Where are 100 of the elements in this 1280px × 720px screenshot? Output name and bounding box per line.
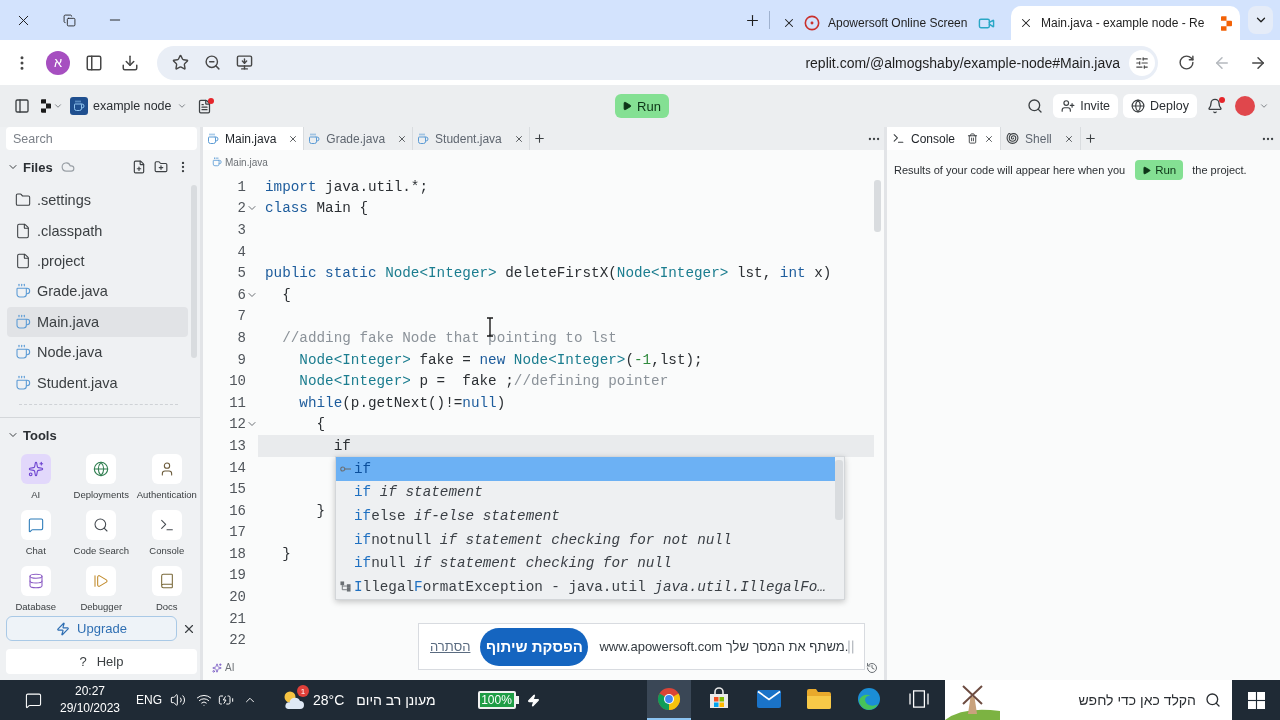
- code-line: {: [282, 286, 291, 303]
- sidebar-toggle-icon[interactable]: [14, 98, 30, 114]
- add-tab-icon[interactable]: [533, 132, 547, 145]
- tool-button[interactable]: Debugger: [68, 566, 134, 616]
- code-line: Node<Integer> fake = new Node<Integer>(-1,lst);: [299, 351, 703, 368]
- wifi-icon[interactable]: [196, 692, 212, 708]
- add-tab-icon[interactable]: [1084, 132, 1098, 145]
- new-file-icon[interactable]: [132, 160, 146, 174]
- four-panes-icon: [1247, 691, 1265, 709]
- close-icon[interactable]: [984, 133, 995, 144]
- close-icon[interactable]: [513, 133, 524, 144]
- stop-sharing-button[interactable]: הפסקת שיתוף: [480, 627, 589, 666]
- browser-tab[interactable]: Main.java - example node - Re: [1011, 6, 1240, 40]
- close-icon[interactable]: [1019, 16, 1033, 30]
- side-panel-icon[interactable]: [85, 53, 103, 72]
- tool-button[interactable]: Deployments: [68, 454, 134, 504]
- files-section-toggle[interactable]: Files: [7, 159, 53, 175]
- suggestion-item[interactable]: if if statement: [336, 480, 835, 505]
- code-line: import java.util.*;: [265, 178, 429, 195]
- speaker-icon[interactable]: [170, 692, 186, 708]
- file-item[interactable]: Main.java: [7, 306, 188, 337]
- suggestion-item[interactable]: ifelse if-else statement: [336, 504, 835, 528]
- history-icon[interactable]: [866, 661, 878, 674]
- site-info-button[interactable]: [1129, 49, 1155, 76]
- reload-icon[interactable]: [1177, 54, 1195, 71]
- notification-icon[interactable]: [25, 691, 42, 709]
- line-number: 13: [229, 437, 246, 454]
- taskbar-app-button[interactable]: [647, 680, 691, 720]
- help-button[interactable]: ? Help: [6, 649, 197, 674]
- run-button[interactable]: Run: [614, 94, 669, 118]
- suggestion-item[interactable]: if: [336, 457, 835, 481]
- coffee-cup-icon: [15, 374, 31, 391]
- scrollbar-thumb[interactable]: [874, 180, 881, 232]
- file-item[interactable]: .classpath: [7, 215, 188, 246]
- scrollbar-thumb[interactable]: [835, 460, 843, 520]
- clock-time: 20:27: [75, 683, 105, 700]
- monitor-download-icon[interactable]: [235, 54, 253, 71]
- close-icon[interactable]: [782, 16, 796, 30]
- ai-status-button[interactable]: AI: [212, 662, 235, 673]
- close-icon[interactable]: [288, 133, 299, 144]
- close-icon[interactable]: [397, 133, 408, 144]
- breadcrumb-item[interactable]: Main.java: [212, 156, 268, 168]
- tool-button[interactable]: AI: [3, 454, 69, 504]
- browser-tab[interactable]: Apowersoft Online Screen: [774, 6, 1003, 40]
- line-number: 21: [229, 610, 246, 627]
- folder-icon: [807, 689, 831, 709]
- deploy-button[interactable]: Deploy: [1123, 94, 1197, 118]
- suggestion-item[interactable]: ifnotnull if statement checking for not null: [336, 527, 835, 552]
- download-icon[interactable]: [121, 53, 139, 72]
- document-icon[interactable]: [196, 98, 212, 114]
- invite-button[interactable]: Invite: [1053, 94, 1119, 118]
- new-folder-icon[interactable]: [154, 160, 168, 174]
- trash-icon[interactable]: [967, 133, 979, 144]
- star-icon[interactable]: [171, 54, 189, 71]
- hierarchy-icon: [339, 581, 351, 593]
- browser-icon: [657, 687, 681, 711]
- file-tab[interactable]: Main.java: [203, 127, 305, 150]
- panel-tab[interactable]: Console: [887, 127, 1002, 150]
- run-button[interactable]: Run: [1135, 160, 1184, 180]
- file-item[interactable]: Node.java: [7, 336, 188, 368]
- logo-icon[interactable]: [41, 99, 51, 113]
- search-field[interactable]: הקלד כאן כדי לחפש: [1000, 680, 1232, 720]
- panel-tab[interactable]: Shell: [1001, 127, 1081, 150]
- tools-section-toggle[interactable]: Tools: [7, 427, 57, 443]
- close-icon[interactable]: [1063, 133, 1074, 144]
- avatar-icon[interactable]: [1235, 96, 1255, 116]
- suggestion-item[interactable]: ifnull if statement checking for null: [336, 551, 835, 575]
- tool-button[interactable]: Console: [134, 510, 200, 560]
- sliders-icon: [1135, 55, 1149, 70]
- tool-button[interactable]: Chat: [3, 510, 69, 560]
- restore-icon[interactable]: [62, 13, 76, 27]
- battery-icon[interactable]: [218, 692, 234, 708]
- tool-button[interactable]: Authentication: [134, 454, 200, 504]
- file-tab[interactable]: Student.java: [413, 127, 530, 150]
- line-number: 5: [237, 265, 246, 282]
- file-item[interactable]: Student.java: [7, 367, 188, 398]
- profile-avatar[interactable]: א: [46, 50, 70, 75]
- swirl-icon: [857, 687, 881, 711]
- file-item[interactable]: .settings: [7, 185, 188, 216]
- file-item[interactable]: Grade.java: [7, 276, 188, 307]
- address-bar[interactable]: replit.com/@almogshaby/example-node#Main.java: [157, 45, 1158, 80]
- project-menu-button[interactable]: example node: [93, 99, 187, 113]
- coffee-cup-icon: [15, 344, 31, 361]
- bell-icon[interactable]: [1207, 98, 1223, 114]
- search-icon[interactable]: [1027, 98, 1044, 114]
- coffee-cup-icon: [15, 283, 31, 300]
- upgrade-button[interactable]: Upgrade: [6, 616, 177, 641]
- file-item[interactable]: .project: [7, 245, 188, 277]
- line-number: 7: [237, 308, 246, 325]
- hide-link[interactable]: הסתרה: [430, 639, 471, 654]
- tool-button[interactable]: Docs: [134, 566, 200, 616]
- drag-handle-icon[interactable]: [848, 639, 854, 654]
- tool-button[interactable]: Database: [3, 566, 69, 616]
- zoom-out-icon[interactable]: [203, 54, 221, 71]
- tool-button[interactable]: Code Search: [68, 510, 134, 560]
- suggestion-item[interactable]: IllegalFormatException - java.util java.util.IllegalFo…: [336, 574, 835, 599]
- file-tab[interactable]: Grade.java: [304, 127, 414, 150]
- weather-text: מעונן רב היום: [356, 692, 436, 708]
- language-indicator[interactable]: ENG: [136, 693, 162, 707]
- search-field[interactable]: Search: [6, 127, 197, 150]
